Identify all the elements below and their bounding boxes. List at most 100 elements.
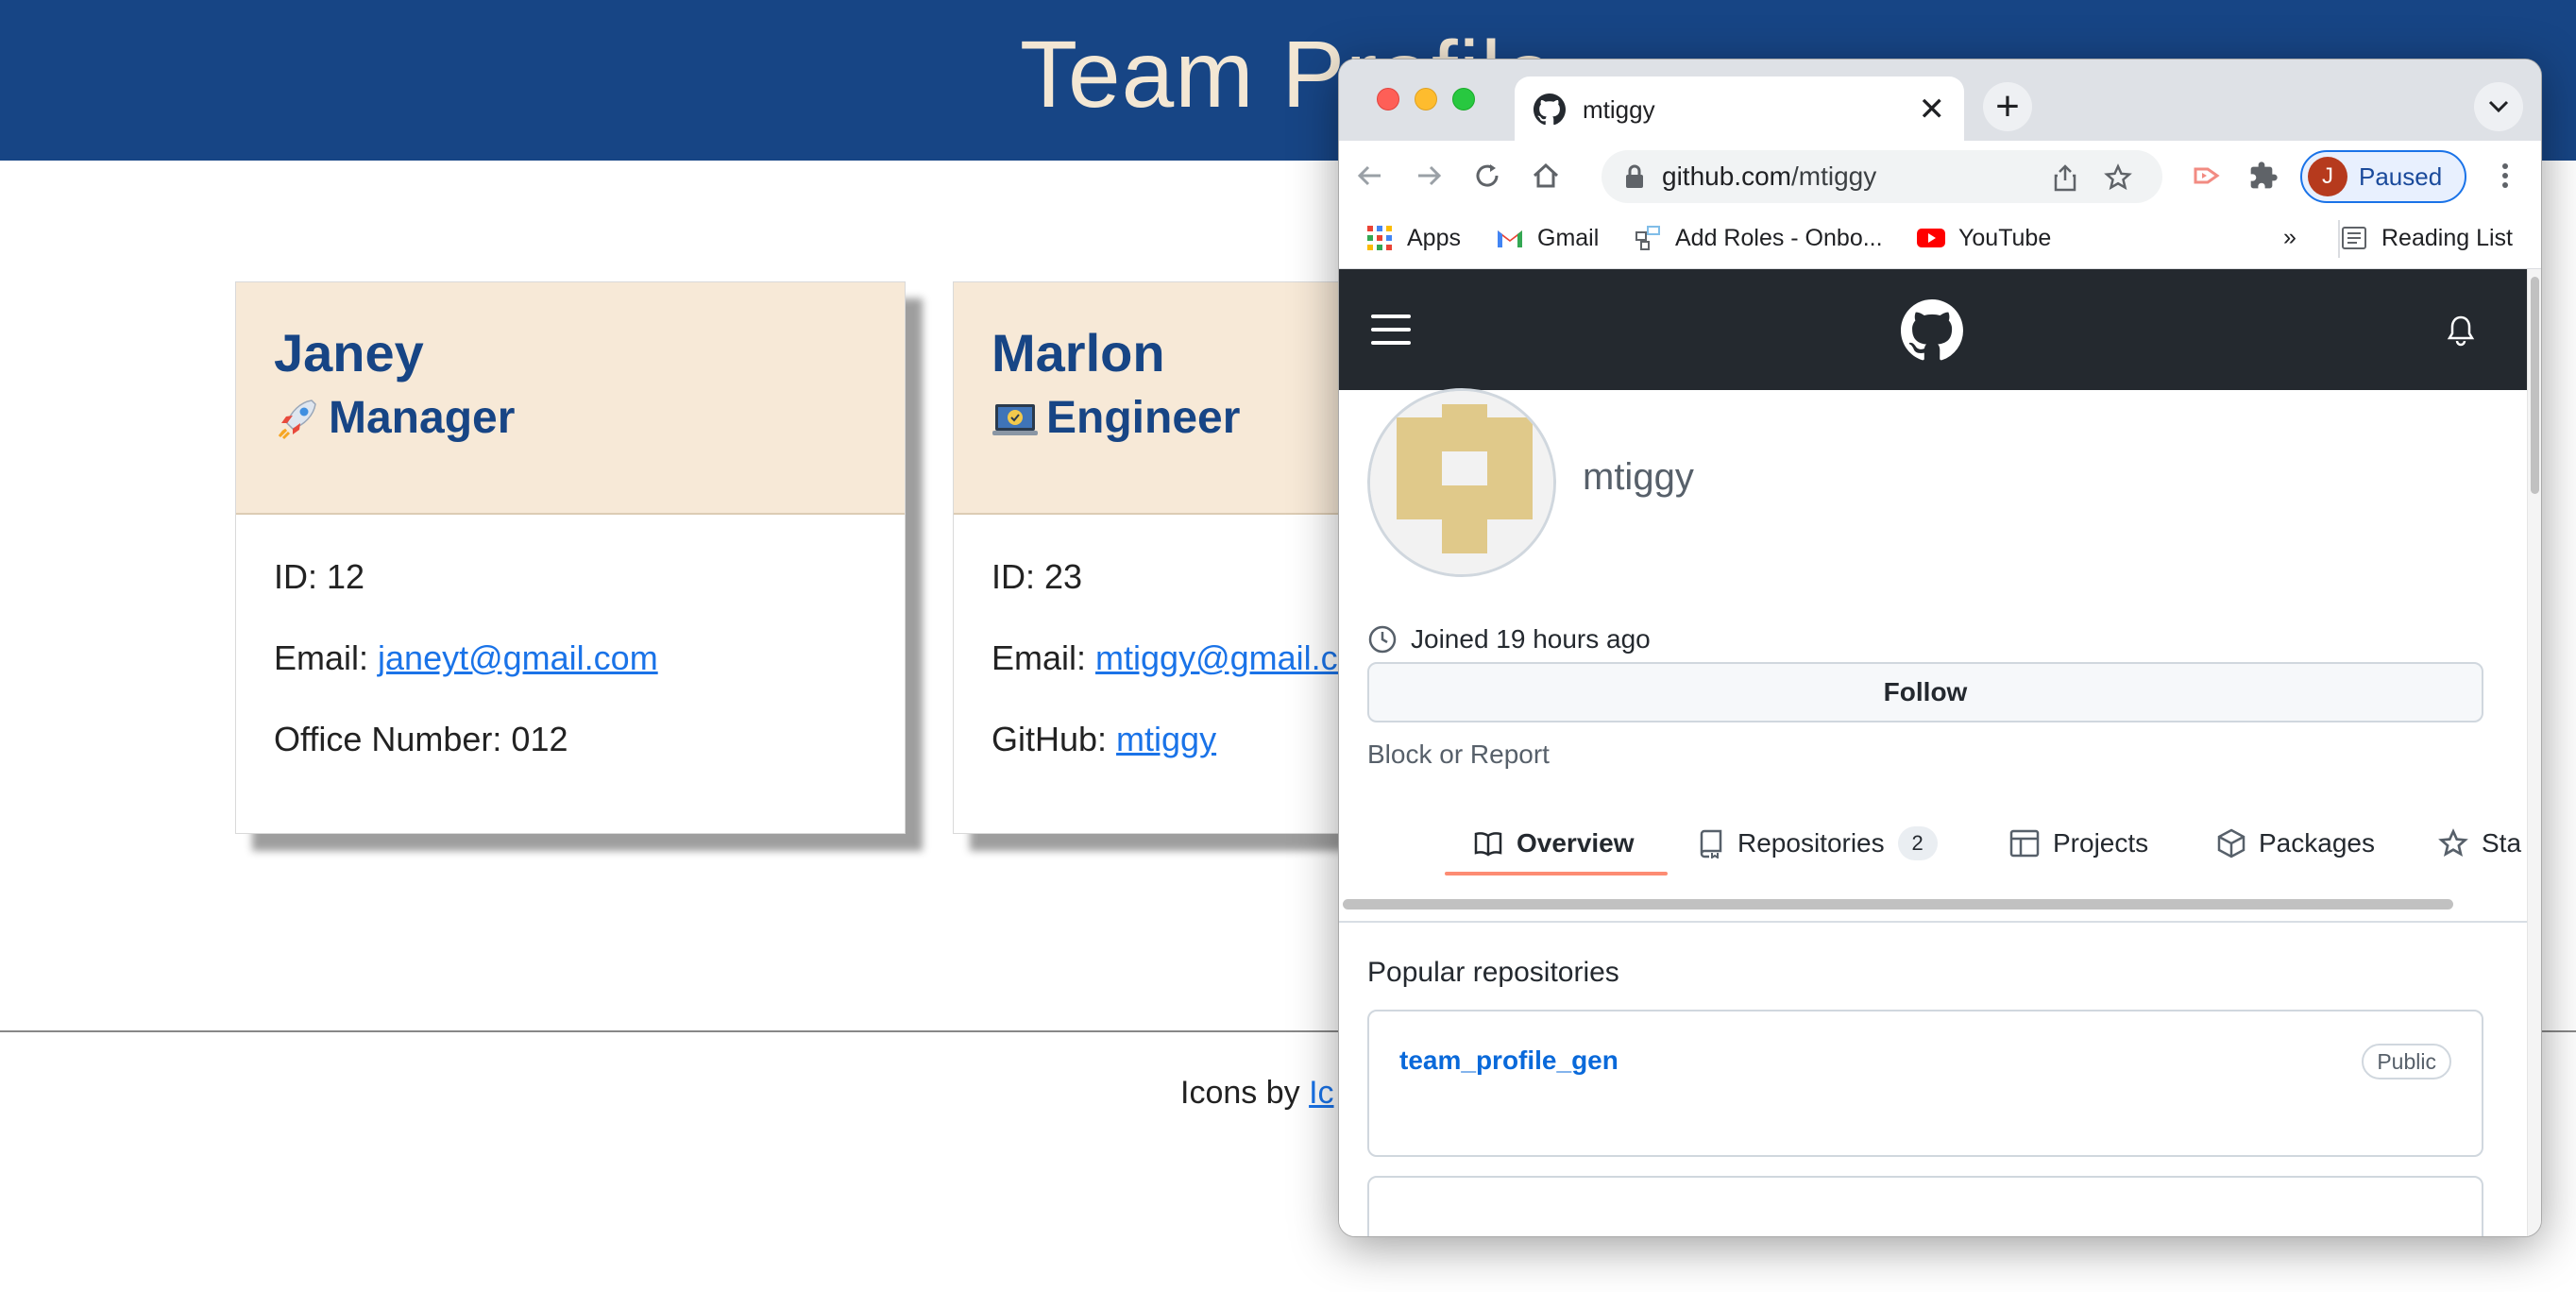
repo-card: team_profile_gen Public — [1367, 1010, 2483, 1157]
bookmark-add-roles[interactable]: Add Roles - Onbo... — [1634, 224, 1883, 252]
laptop-icon — [992, 403, 1038, 435]
email-link[interactable]: mtiggy@gmail.co — [1095, 638, 1357, 677]
profile-avatar[interactable] — [1367, 388, 1556, 577]
onboarding-icon — [1635, 226, 1660, 250]
footer-link[interactable]: Ic — [1309, 1075, 1333, 1111]
github-label: GitHub: — [991, 720, 1117, 758]
browser-window: mtiggy ✕ + github.com/mtiggy J Paused Ap… — [1338, 59, 2542, 1237]
footer-credit: Icons by Ic — [1180, 1075, 1334, 1112]
email-label: Email: — [274, 638, 379, 677]
forward-button[interactable] — [1409, 156, 1449, 196]
page-vertical-scrollbar[interactable] — [2527, 269, 2541, 1236]
scrollbar-thumb[interactable] — [2531, 277, 2539, 494]
github-logo-icon[interactable] — [1901, 299, 1963, 362]
tab-stars[interactable]: Sta — [2438, 806, 2521, 881]
follow-button[interactable]: Follow — [1367, 662, 2483, 722]
share-icon — [2054, 164, 2076, 192]
card-header: Janey Manager — [236, 282, 905, 515]
share-button[interactable] — [2051, 163, 2079, 192]
book-icon — [1474, 832, 1502, 857]
arrow-right-icon — [1418, 165, 1442, 186]
footer-prefix: Icons by — [1180, 1075, 1310, 1111]
minimize-window-button[interactable] — [1415, 88, 1437, 110]
active-tab-indicator — [1445, 872, 1668, 876]
address-bar[interactable]: github.com/mtiggy — [1602, 150, 2162, 203]
reading-list-button[interactable]: Reading List — [2340, 224, 2513, 252]
tab-packages[interactable]: Packages — [2217, 806, 2375, 881]
zoom-window-button[interactable] — [1452, 88, 1475, 110]
hamburger-menu-icon[interactable] — [1369, 311, 1413, 348]
github-profile: mtiggy Joined 19 hours ago Follow Block … — [1339, 388, 2529, 1236]
reload-button[interactable] — [1467, 156, 1507, 196]
tabs-horizontal-scrollbar[interactable] — [1343, 896, 2514, 911]
arrow-left-icon — [1357, 165, 1381, 186]
bookmark-star-button[interactable] — [2104, 163, 2132, 192]
browser-tab[interactable]: mtiggy ✕ — [1515, 76, 1964, 143]
section-divider — [1339, 921, 2529, 923]
browser-toolbar: github.com/mtiggy J Paused — [1339, 141, 2541, 211]
extension-arrow-icon — [2194, 167, 2220, 184]
clock-icon — [1368, 625, 1397, 654]
sync-status: Paused — [2359, 162, 2443, 191]
card-body: ID: 12 Email: janeyt@gmail.com Office Nu… — [236, 515, 905, 800]
back-button[interactable] — [1350, 156, 1390, 196]
tab-title: mtiggy — [1583, 94, 1655, 124]
profile-button[interactable]: J Paused — [2300, 150, 2466, 203]
home-button[interactable] — [1526, 156, 1566, 196]
profile-username: mtiggy — [1583, 456, 1694, 498]
puzzle-icon — [2250, 162, 2278, 189]
email-link[interactable]: janeyt@gmail.com — [378, 638, 658, 677]
bell-icon[interactable] — [2446, 314, 2476, 347]
new-tab-button[interactable]: + — [1983, 82, 2032, 131]
tab-repositories[interactable]: Repositories 2 — [1700, 806, 1938, 881]
chrome-menu-button[interactable] — [2485, 156, 2525, 196]
tab-overview[interactable]: Overview — [1473, 806, 1635, 881]
bookmarks-overflow-button[interactable]: » — [2283, 224, 2296, 251]
apps-grid-icon — [1367, 226, 1392, 250]
scrollbar-thumb[interactable] — [1343, 899, 2453, 910]
bookmark-apps[interactable]: Apps — [1365, 224, 1461, 252]
github-header — [1339, 269, 2529, 390]
office-number: Office Number: 012 — [274, 720, 568, 758]
bookmark-youtube[interactable]: YouTube — [1917, 224, 2051, 252]
star-icon — [2438, 828, 2468, 858]
home-icon — [1533, 162, 1559, 188]
role-label: Engineer — [1046, 393, 1241, 443]
employee-card-manager: Janey Manager ID: 12 Email: janeyt@gmail… — [235, 281, 906, 834]
star-outline-icon — [2104, 163, 2132, 191]
joined-date: Joined 19 hours ago — [1367, 624, 1651, 654]
extensions-menu-button[interactable] — [2244, 156, 2283, 196]
rocket-icon — [278, 399, 316, 439]
employee-name: Janey — [274, 323, 424, 382]
bookmark-gmail[interactable]: Gmail — [1496, 224, 1599, 252]
url-text: github.com/mtiggy — [1662, 162, 1877, 191]
reload-icon — [1476, 164, 1499, 187]
tab-search-button[interactable] — [2474, 82, 2523, 131]
more-vertical-icon — [2502, 163, 2508, 188]
repo-count-badge: 2 — [1897, 826, 1938, 860]
extension-button[interactable] — [2189, 156, 2229, 196]
block-or-report-link[interactable]: Block or Report — [1367, 740, 1550, 770]
popular-repos-heading: Popular repositories — [1367, 957, 1619, 988]
avatar: J — [2308, 157, 2347, 196]
table-icon — [2009, 829, 2040, 858]
tab-projects[interactable]: Projects — [2009, 806, 2148, 881]
identicon-avatar — [1370, 391, 1553, 574]
employee-id: ID: 12 — [274, 557, 365, 596]
email-label: Email: — [991, 638, 1096, 677]
repo-card — [1367, 1176, 2483, 1236]
tab-close-icon[interactable]: ✕ — [1919, 94, 1946, 126]
tab-strip: mtiggy ✕ + — [1339, 60, 2541, 143]
chevron-down-icon — [2488, 100, 2509, 113]
package-icon — [2217, 828, 2246, 858]
employee-email-row: Email: janeyt@gmail.com — [274, 638, 867, 719]
visibility-badge: Public — [2362, 1044, 2451, 1080]
github-favicon-icon — [1534, 94, 1566, 126]
reading-list-icon — [2342, 227, 2366, 249]
repo-name-link[interactable]: team_profile_gen — [1399, 1046, 1618, 1076]
lock-icon — [1626, 164, 1643, 188]
close-window-button[interactable] — [1377, 88, 1399, 110]
github-link[interactable]: mtiggy — [1116, 720, 1216, 758]
bookmarks-bar: Apps Gmail Add Roles - Onbo... YouTube » — [1339, 211, 2541, 269]
github-page: mtiggy Joined 19 hours ago Follow Block … — [1339, 269, 2529, 1236]
